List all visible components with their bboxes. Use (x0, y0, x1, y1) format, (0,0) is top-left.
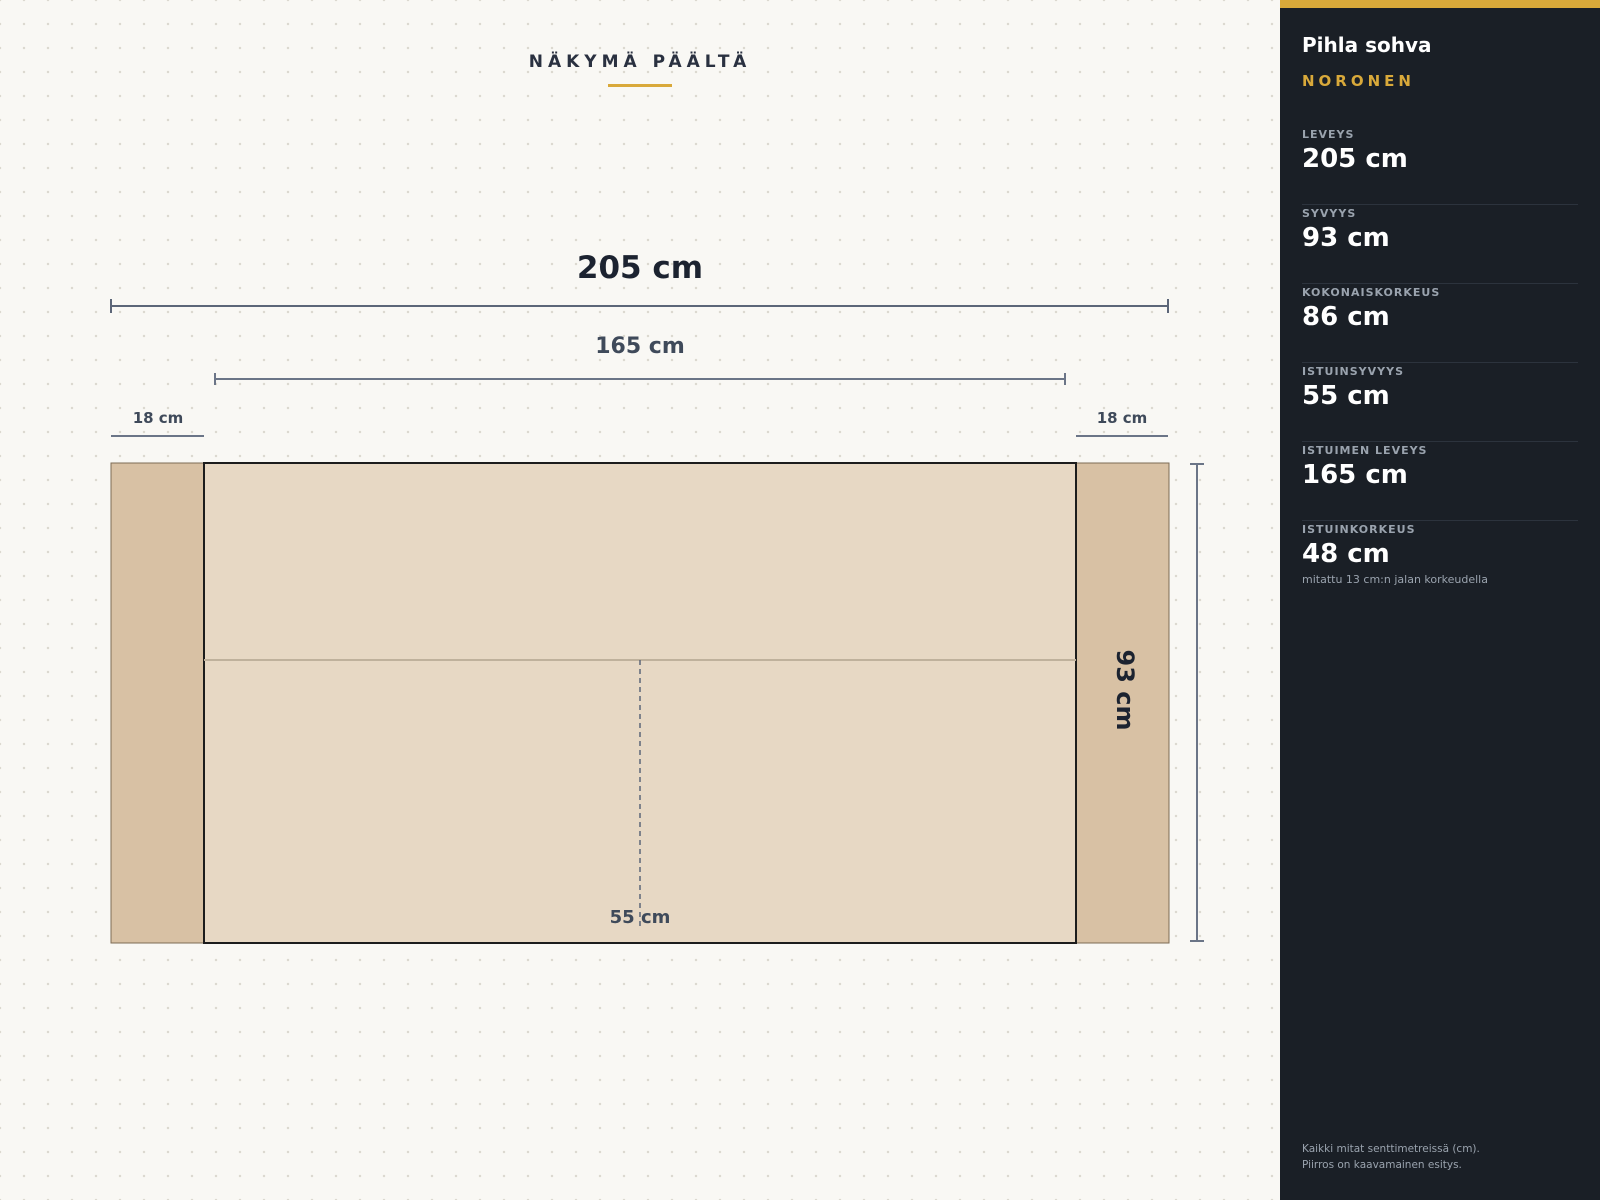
depth-dimension-line (1190, 463, 1204, 942)
spec-label: ISTUIMEN LEVEYS (1302, 444, 1428, 457)
product-name: Pihla sohva (1302, 33, 1432, 57)
spec-value: 86 cm (1302, 302, 1390, 332)
brand-name: NORONEN (1302, 72, 1415, 90)
footer-units-note: Kaikki mitat senttimetreissä (cm). (1302, 1143, 1480, 1155)
spec-value: 93 cm (1302, 223, 1390, 253)
footer-notes: Kaikki mitat senttimetreissä (cm). Piirr… (1302, 1141, 1480, 1173)
total-width-dimension-line (110, 299, 1169, 313)
total-depth-label: 93 cm (1111, 649, 1139, 731)
diagram-canvas: NÄKYMÄ PÄÄLTÄ 205 cm 165 cm 18 cm 18 cm … (0, 0, 1280, 1200)
footer-schematic-note: Piirros on kaavamainen esitys. (1302, 1159, 1462, 1171)
spec-item-depth: SYVYYS 93 cm (1302, 205, 1578, 284)
spec-item-seat-width: ISTUIMEN LEVEYS 165 cm (1302, 442, 1578, 521)
spec-sidebar: Pihla sohva NORONEN LEVEYS 205 cm SYVYYS… (1280, 0, 1600, 1200)
right-arm-width-label: 18 cm (1096, 409, 1148, 427)
spec-label: KOKONAISKORKEUS (1302, 286, 1441, 299)
spec-label: LEVEYS (1302, 128, 1355, 141)
sidebar-accent-bar (1280, 0, 1600, 8)
seat-width-dimension-line (214, 373, 1066, 385)
left-armrest (110, 462, 205, 944)
sofa-top-view-diagram (110, 299, 1204, 944)
spec-value: 205 cm (1302, 144, 1408, 174)
spec-list: LEVEYS 205 cm SYVYYS 93 cm KOKONAISKORKE… (1302, 126, 1578, 599)
spec-label: SYVYYS (1302, 207, 1357, 220)
spec-label: ISTUINSYVYYS (1302, 365, 1405, 378)
spec-label: ISTUINKORKEUS (1302, 523, 1416, 536)
spec-item-width: LEVEYS 205 cm (1302, 126, 1578, 205)
spec-item-seat-depth: ISTUINSYVYYS 55 cm (1302, 363, 1578, 442)
spec-value: 165 cm (1302, 460, 1408, 490)
seat-width-label: 165 cm (595, 334, 685, 359)
seat-depth-label: 55 cm (609, 907, 671, 928)
spec-value: 55 cm (1302, 381, 1390, 411)
spec-item-seat-height: ISTUINKORKEUS 48 cm (1302, 521, 1578, 599)
seat-height-note: mitattu 13 cm:n jalan korkeudella (1302, 573, 1488, 586)
left-arm-width-label: 18 cm (132, 409, 184, 427)
spec-value: 48 cm (1302, 539, 1390, 569)
spec-item-total-height: KOKONAISKORKEUS 86 cm (1302, 284, 1578, 363)
total-width-label: 205 cm (576, 250, 704, 286)
